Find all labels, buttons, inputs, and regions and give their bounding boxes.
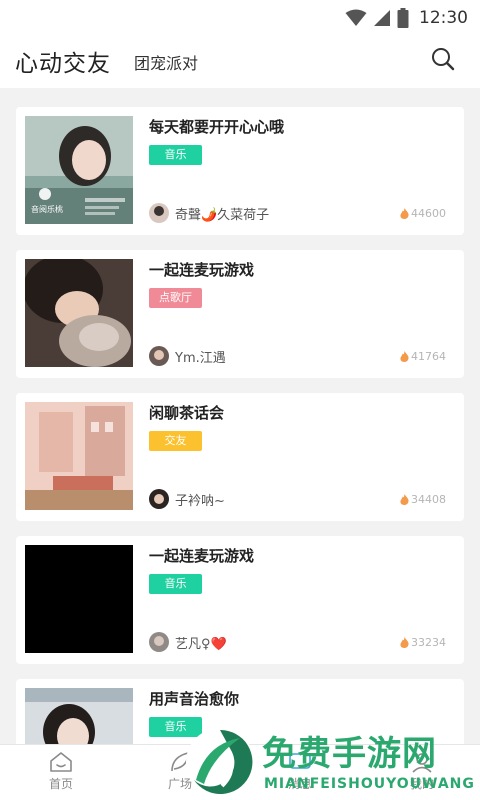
signal-icon [374,10,390,26]
room-cover [25,402,133,510]
room-title: 一起连麦玩游戏 [149,547,255,565]
watermark-logo-icon [186,728,254,796]
room-host: Ym.江遇 [149,346,226,366]
room-cover: 音阅乐桃 [25,116,133,224]
battery-icon [397,8,409,28]
host-name: 奇聲🌶️久菜荷子 [175,207,270,223]
room-tag: 音乐 [149,145,202,165]
room-title: 闲聊茶话会 [149,404,225,422]
room-heat: 44600 [400,207,446,220]
flame-icon [400,351,409,362]
room-cover [25,688,133,744]
heat-count: 34408 [411,493,446,506]
watermark-subtext: MIANFEISHOUYOUWANG [264,776,475,792]
host-name: 艺凡♀❤️ [175,636,227,652]
room-host: 艺凡♀❤️ [149,632,227,652]
page-title: 心动交友 [15,51,111,77]
room-title: 每天都要开开心心哦 [149,118,285,136]
room-heat: 41764 [400,350,446,363]
host-name: Ym.江遇 [175,350,226,366]
search-icon[interactable] [430,46,456,72]
cover-label: 音阅乐桃 [31,205,63,214]
tab-home[interactable]: 首页 [31,749,91,797]
flame-icon [400,637,409,648]
room-card[interactable]: 音阅乐桃 每天都要开开心心哦 音乐 奇聲🌶️久菜荷子 44600 [16,107,464,235]
avatar [149,489,169,509]
home-icon [50,752,72,772]
flame-icon [400,494,409,505]
heat-count: 44600 [411,207,446,220]
room-heat: 34408 [400,493,446,506]
site-watermark: 免费手游网 MIANFEISHOUYOUWANG [180,722,476,800]
room-tag: 点歌厅 [149,288,202,308]
room-title: 用声音治愈你 [149,690,240,708]
status-bar: 12:30 [0,0,480,36]
room-card[interactable]: 闲聊茶话会 交友 子衿呐~ 34408 [16,393,464,521]
flame-icon [400,208,409,219]
avatar [149,632,169,652]
tab-home-label: 首页 [48,777,73,791]
heat-count: 41764 [411,350,446,363]
app-header: 心动交友 团宠派对 [0,36,480,88]
avatar [149,346,169,366]
room-tag: 音乐 [149,574,202,594]
room-cover [25,259,133,367]
avatar [149,203,169,223]
room-list: 音阅乐桃 每天都要开开心心哦 音乐 奇聲🌶️久菜荷子 44600 一起连麦玩游戏… [0,88,480,744]
watermark-text: 免费手游网 [262,734,437,774]
wifi-icon [345,9,367,26]
room-card[interactable]: 一起连麦玩游戏 音乐 艺凡♀❤️ 33234 [16,536,464,664]
host-name: 子衿呐~ [175,493,225,509]
room-host: 奇聲🌶️久菜荷子 [149,203,269,223]
status-icons: 12:30 [345,4,468,32]
room-tag: 交友 [149,431,202,451]
heat-count: 33234 [411,636,446,649]
room-card[interactable]: 一起连麦玩游戏 点歌厅 Ym.江遇 41764 [16,250,464,378]
status-time: 12:30 [419,8,468,28]
room-host: 子衿呐~ [149,489,225,509]
room-title: 一起连麦玩游戏 [149,261,255,279]
tab-party[interactable]: 团宠派对 [134,50,198,74]
room-heat: 33234 [400,636,446,649]
room-cover [25,545,133,653]
